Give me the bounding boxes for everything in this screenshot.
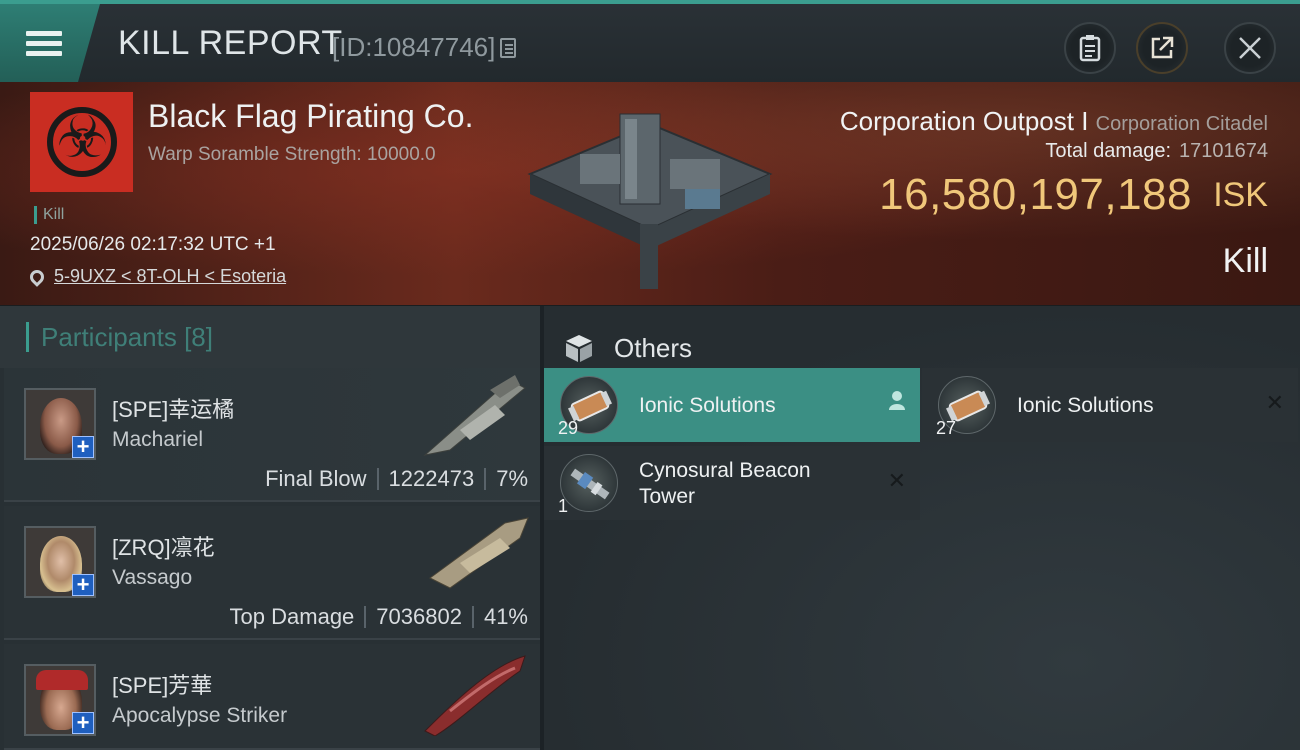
close-icon bbox=[1239, 37, 1261, 59]
others-title: Others bbox=[614, 332, 693, 363]
others-panel: Others 29 Ionic Solutions 27 Ionic Solut… bbox=[544, 306, 1300, 750]
participant-damage: 7036802 bbox=[376, 604, 462, 629]
close-icon: ✕ bbox=[887, 468, 906, 493]
participant-ship: Vassago bbox=[112, 566, 193, 589]
total-damage: Total damage: 17101674 bbox=[1045, 140, 1268, 163]
total-damage-label: Total damage: bbox=[1045, 140, 1172, 162]
item-name-line2: Tower bbox=[639, 485, 696, 508]
participant-role: Final Blow bbox=[265, 466, 367, 491]
biohazard-icon bbox=[46, 103, 117, 177]
participant-row[interactable]: + [SPE]芳華 Apocalypse Striker bbox=[4, 644, 540, 750]
item-name: Cynosural Beacon Tower bbox=[639, 458, 811, 510]
avatar[interactable]: + bbox=[24, 664, 96, 736]
structure-image bbox=[527, 113, 773, 289]
participant-ship: Apocalypse Striker bbox=[112, 704, 288, 727]
participants-header: Participants [8] bbox=[0, 306, 540, 368]
beacon-icon bbox=[560, 454, 618, 512]
participant-percent: 41% bbox=[483, 604, 528, 629]
close-icon: ✕ bbox=[1265, 390, 1284, 415]
header-bar: KILL REPORT [ID:10847746] bbox=[0, 0, 1300, 82]
avatar[interactable]: + bbox=[24, 526, 96, 598]
victim-ship-type: Corporation Outpost I Corporation Citade… bbox=[840, 106, 1268, 137]
add-icon[interactable]: + bbox=[72, 574, 94, 596]
avatar[interactable]: + bbox=[24, 388, 96, 460]
location-link[interactable]: 5-9UXZ < 8T-OLH < Esoteria bbox=[54, 266, 286, 286]
person-icon bbox=[888, 390, 906, 416]
item-quantity: 27 bbox=[936, 418, 957, 438]
ship-class: Corporation Citadel bbox=[1095, 113, 1268, 135]
participant-ship: Machariel bbox=[112, 428, 204, 451]
participant-role: Top Damage bbox=[229, 604, 355, 629]
copy-icon[interactable] bbox=[500, 38, 516, 58]
ship-image bbox=[423, 375, 526, 456]
participant-stats: Top Damage 7036802 41% bbox=[230, 604, 528, 630]
menu-button[interactable] bbox=[0, 4, 100, 82]
item-name-line1: Cynosural Beacon bbox=[639, 459, 811, 482]
corp-logo[interactable] bbox=[30, 92, 133, 192]
item-slot[interactable]: 1 Cynosural Beacon Tower ✕ bbox=[544, 446, 920, 520]
warp-strength: Warp Soramble Strength: 10000.0 bbox=[148, 144, 436, 165]
share-icon bbox=[1151, 36, 1174, 59]
participant-row[interactable]: + [ZRQ]凛花 Vassago Top Damage 7036802 41% bbox=[4, 506, 540, 640]
participant-name: [ZRQ]凛花 bbox=[112, 535, 215, 560]
ship-image bbox=[424, 655, 526, 736]
stat-divider bbox=[484, 468, 487, 490]
participant-name: [SPE]芳華 bbox=[112, 673, 213, 698]
add-icon[interactable]: + bbox=[72, 436, 94, 458]
stat-divider bbox=[376, 468, 379, 490]
item-slot[interactable]: 27 Ionic Solutions ✕ bbox=[922, 368, 1298, 442]
kill-banner: Black Flag Pirating Co. Warp Soramble St… bbox=[0, 82, 1300, 306]
share-button[interactable] bbox=[1136, 22, 1188, 74]
ship-image bbox=[429, 517, 529, 589]
stat-divider bbox=[471, 606, 474, 628]
add-icon[interactable]: + bbox=[72, 712, 94, 734]
participant-name: [SPE]幸运橘 bbox=[112, 397, 235, 422]
result-label: Kill bbox=[1222, 242, 1268, 280]
kill-tag: Kill bbox=[34, 206, 64, 224]
participants-panel: Participants [8] + [SPE]幸运橘 Machariel Fi… bbox=[0, 306, 540, 750]
participants-title: Participants [8] bbox=[41, 321, 213, 352]
total-damage-value: 17101674 bbox=[1179, 140, 1268, 162]
participant-percent: 7% bbox=[496, 466, 528, 491]
ship-type-name: Corporation Outpost I bbox=[839, 106, 1089, 136]
corp-name[interactable]: Black Flag Pirating Co. bbox=[148, 98, 473, 135]
item-name: Ionic Solutions bbox=[639, 394, 776, 417]
isk-unit: ISK bbox=[1213, 176, 1268, 214]
participant-damage: 1222473 bbox=[388, 466, 475, 491]
item-quantity: 29 bbox=[558, 418, 579, 438]
item-quantity: 1 bbox=[558, 496, 569, 516]
clipboard-button[interactable] bbox=[1064, 22, 1116, 74]
participant-stats: Final Blow 1222473 7% bbox=[265, 466, 528, 492]
report-id: [ID:10847746] bbox=[332, 32, 496, 62]
header-accent-bar bbox=[26, 322, 29, 352]
item-slot[interactable]: 29 Ionic Solutions bbox=[544, 368, 920, 442]
kill-timestamp: 2025/06/26 02:17:32 UTC +1 bbox=[30, 234, 276, 255]
page-title: KILL REPORT bbox=[118, 24, 343, 62]
item-name: Ionic Solutions bbox=[1017, 394, 1154, 417]
clipboard-icon bbox=[1079, 35, 1101, 62]
stat-divider bbox=[364, 606, 367, 628]
hamburger-icon bbox=[26, 26, 62, 61]
isk-value: 16,580,197,188 bbox=[879, 170, 1192, 219]
location: 5-9UXZ < 8T-OLH < Esoteria bbox=[27, 266, 286, 287]
location-pin-icon bbox=[27, 267, 47, 287]
close-button[interactable] bbox=[1224, 22, 1276, 74]
cube-icon bbox=[566, 335, 592, 362]
participant-row[interactable]: + [SPE]幸运橘 Machariel Final Blow 1222473 7% bbox=[4, 368, 540, 502]
